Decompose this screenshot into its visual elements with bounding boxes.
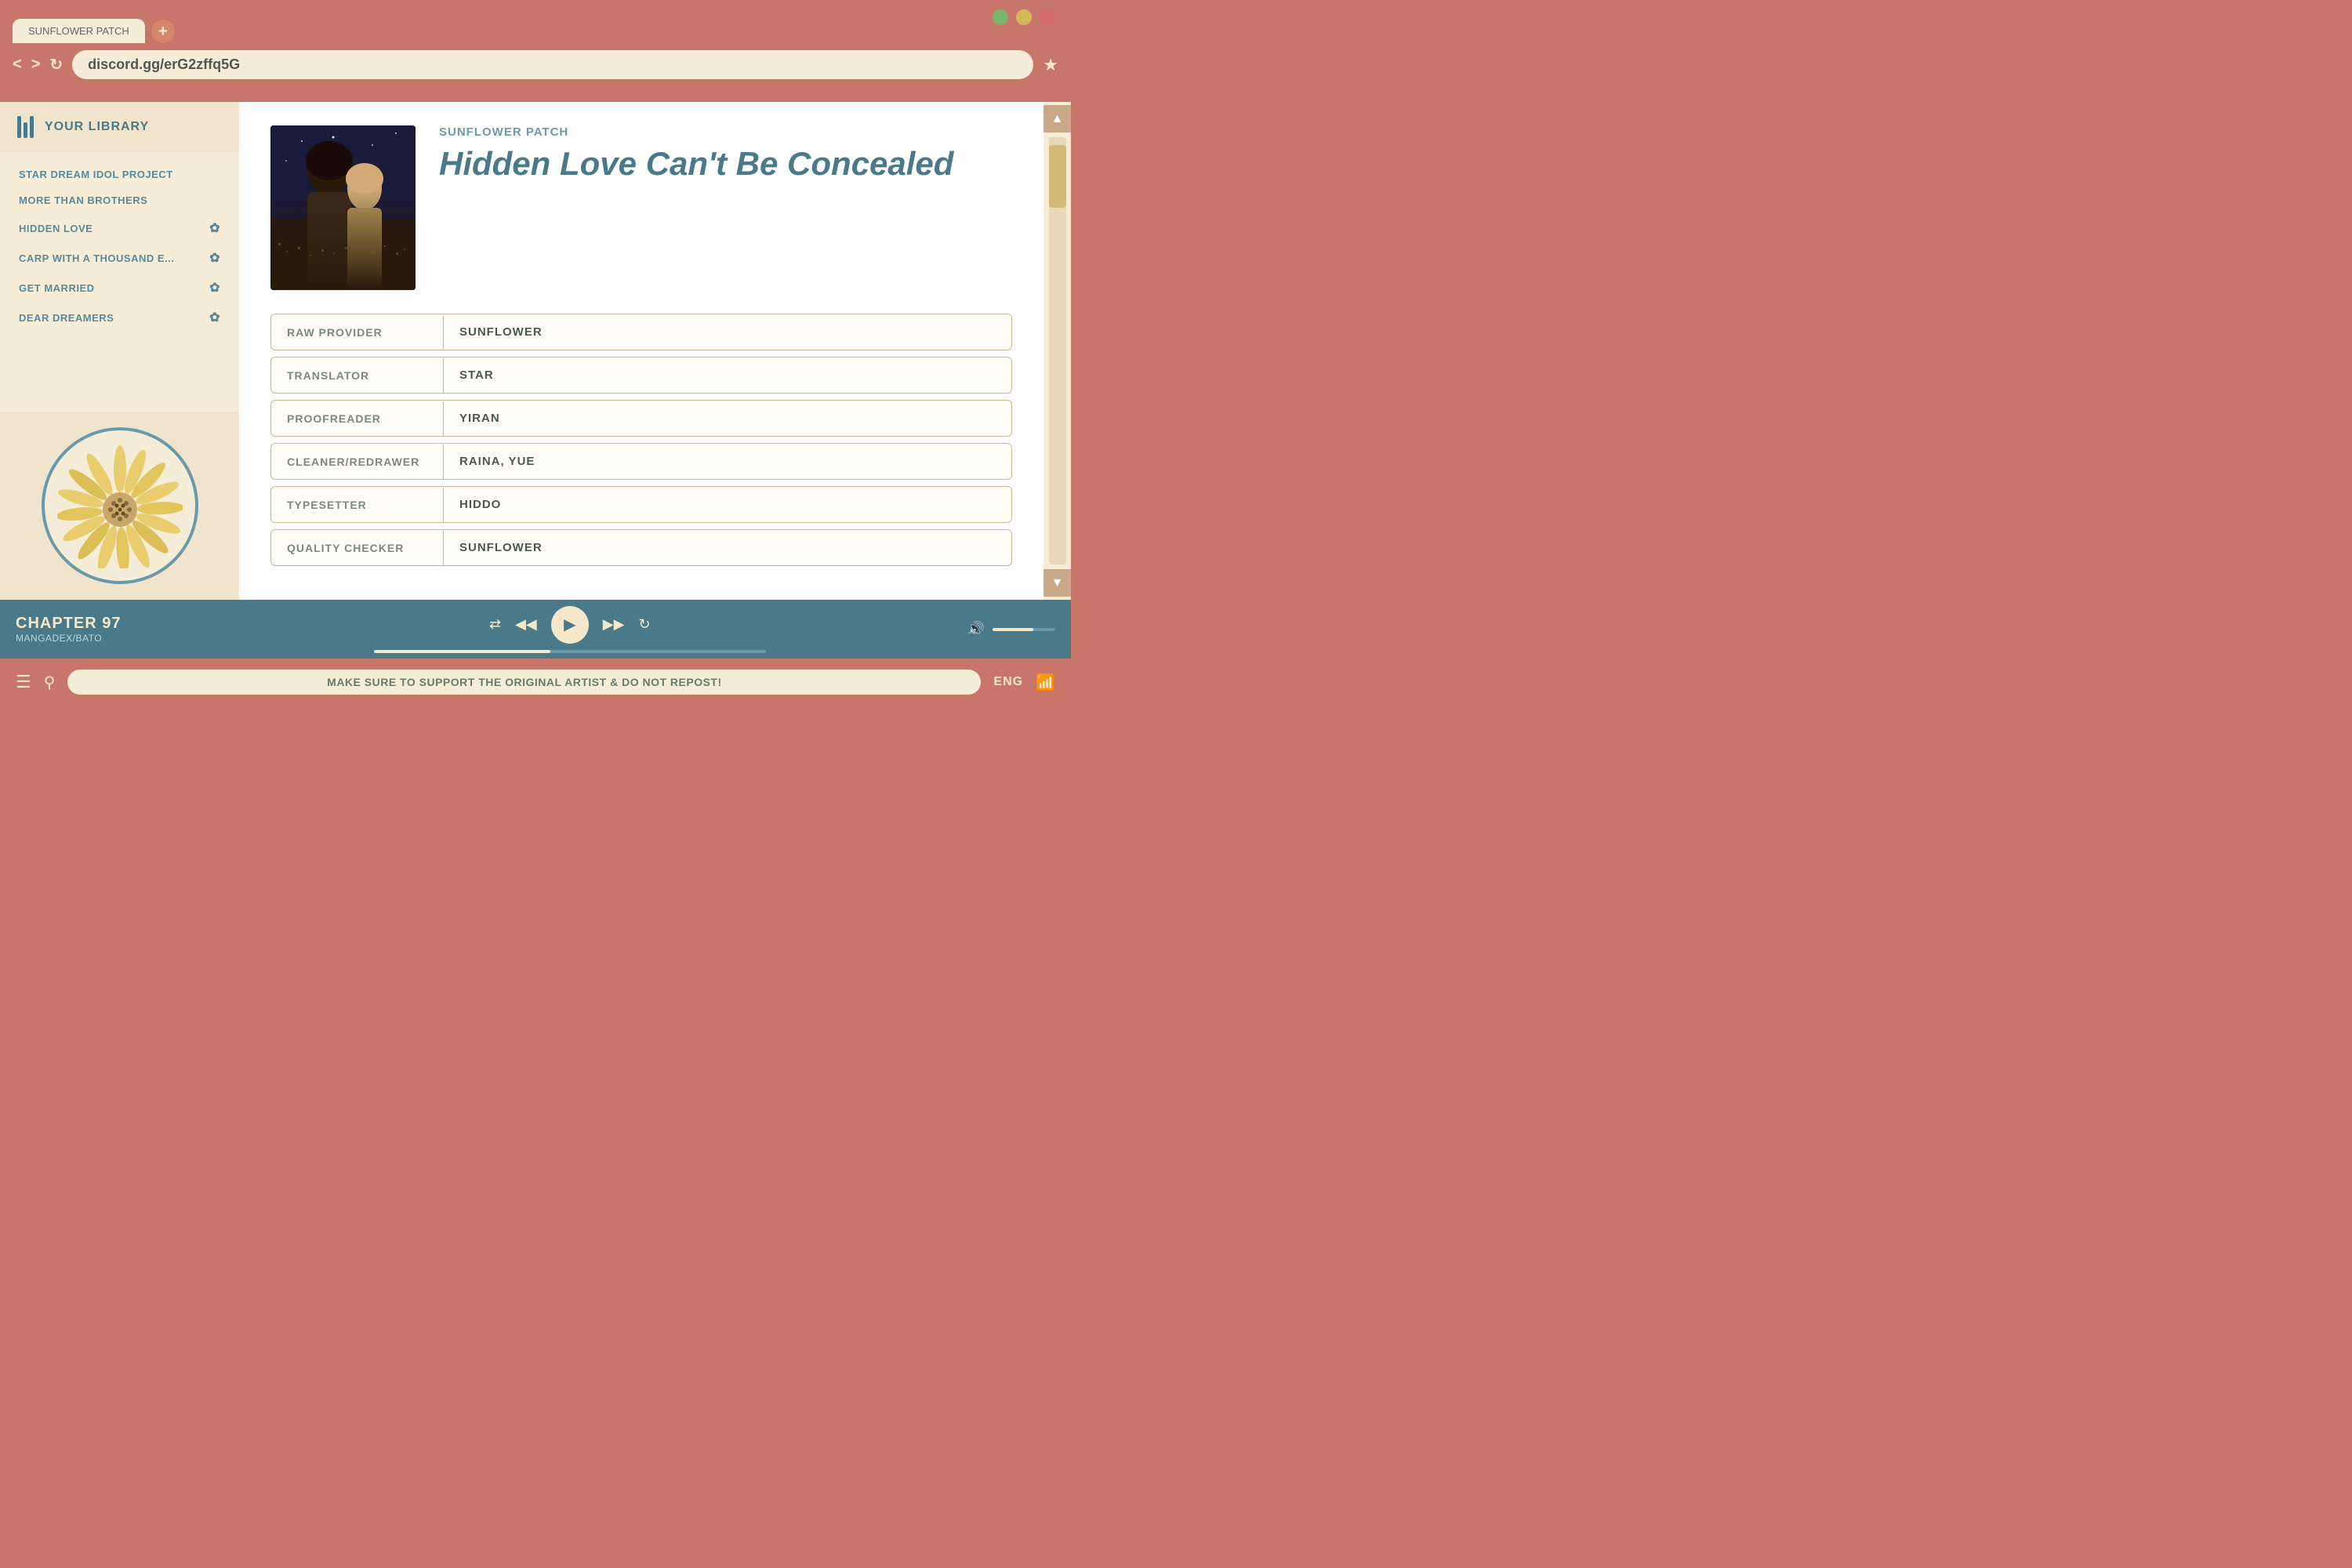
address-bar[interactable]: discord.gg/erG2zffq5G xyxy=(72,50,1033,79)
previous-button[interactable]: ◀◀ xyxy=(515,616,537,633)
sidebar-item-more-than-brothers[interactable]: MORE THAN BROTHERS xyxy=(0,187,239,213)
manga-title: Hidden Love Can't Be Concealed xyxy=(439,145,1012,183)
sidebar-header: YOUR LIBRARY xyxy=(0,102,239,152)
flower-icon: ✿ xyxy=(209,280,220,296)
credit-row-translator: TRANSLATOR STAR xyxy=(270,357,1012,394)
reload-button[interactable]: ↻ xyxy=(49,55,63,74)
volume-bar[interactable] xyxy=(993,628,1055,631)
close-button[interactable] xyxy=(1040,9,1055,25)
flower-icon: ✿ xyxy=(209,310,220,325)
content-panel: SUNFLOWER PATCH Hidden Love Can't Be Con… xyxy=(239,102,1044,600)
credit-label: TYPESETTER xyxy=(271,488,444,522)
player-buttons: ⇄ ◀◀ ▶ ▶▶ ↻ xyxy=(489,606,651,644)
forward-button[interactable]: > xyxy=(31,56,41,74)
manga-header: SUNFLOWER PATCH Hidden Love Can't Be Con… xyxy=(270,125,1012,290)
notice-bar: MAKE SURE TO SUPPORT THE ORIGINAL ARTIST… xyxy=(67,670,981,695)
window-controls xyxy=(993,9,1055,25)
library-icon xyxy=(17,116,34,138)
credit-label: RAW PROVIDER xyxy=(271,315,444,350)
manga-series-label: SUNFLOWER PATCH xyxy=(439,125,1012,139)
scrollbar: ▲ ▼ xyxy=(1044,102,1071,600)
url-text: discord.gg/erG2zffq5G xyxy=(88,56,240,72)
volume-area: 🔊 xyxy=(967,621,1055,637)
tab-bar: SUNFLOWER PATCH + xyxy=(0,0,1071,43)
bookmark-star-icon[interactable]: ★ xyxy=(1043,55,1058,75)
credit-row-typesetter: TYPESETTER HIDDO xyxy=(270,486,1012,523)
manga-title-area: SUNFLOWER PATCH Hidden Love Can't Be Con… xyxy=(439,125,1012,290)
scroll-track[interactable] xyxy=(1049,137,1066,564)
progress-fill xyxy=(374,650,550,653)
play-button[interactable]: ▶ xyxy=(551,606,589,644)
scroll-thumb[interactable] xyxy=(1049,145,1066,208)
credit-row-raw-provider: RAW PROVIDER SUNFLOWER xyxy=(270,314,1012,350)
scroll-down-button[interactable]: ▼ xyxy=(1044,569,1071,597)
hamburger-menu-icon[interactable]: ☰ xyxy=(16,672,31,692)
sidebar-item-label: CARP WITH A THOUSAND E... xyxy=(19,252,174,264)
sidebar-item-star-dream[interactable]: STAR DREAM IDOL PROJECT xyxy=(0,162,239,187)
search-icon[interactable]: ⚲ xyxy=(44,673,56,692)
main-area: YOUR LIBRARY STAR DREAM IDOL PROJECT MOR… xyxy=(0,102,1071,600)
flower-icon: ✿ xyxy=(209,250,220,266)
credit-value: HIDDO xyxy=(444,487,517,522)
maximize-button[interactable] xyxy=(1016,9,1032,25)
manga-cover-art xyxy=(270,125,416,290)
credit-label: TRANSLATOR xyxy=(271,358,444,393)
sidebar-item-label: STAR DREAM IDOL PROJECT xyxy=(19,169,173,180)
manga-cover xyxy=(270,125,416,290)
credit-row-proofreader: PROOFREADER YIRAN xyxy=(270,400,1012,437)
player-source: MANGADEX/BATO xyxy=(16,633,172,644)
sidebar-item-hidden-love[interactable]: HIDDEN LOVE ✿ xyxy=(0,213,239,243)
minimize-button[interactable] xyxy=(993,9,1008,25)
wifi-icon: 📶 xyxy=(1036,673,1055,692)
sidebar-logo xyxy=(0,412,239,600)
credit-value: RAINA, YUE xyxy=(444,444,550,479)
sidebar-item-label: GET MARRIED xyxy=(19,282,95,294)
credit-row-cleaner: CLEANER/REDRAWER RAINA, YUE xyxy=(270,443,1012,480)
credit-value: SUNFLOWER xyxy=(444,314,558,350)
cover-art-svg xyxy=(270,125,416,290)
sidebar-item-label: HIDDEN LOVE xyxy=(19,223,93,234)
credit-row-quality-checker: QUALITY CHECKER SUNFLOWER xyxy=(270,529,1012,566)
sidebar-items-list: STAR DREAM IDOL PROJECT MORE THAN BROTHE… xyxy=(0,152,239,412)
bottom-bar: ☰ ⚲ MAKE SURE TO SUPPORT THE ORIGINAL AR… xyxy=(0,659,1071,706)
credit-label: PROOFREADER xyxy=(271,401,444,436)
player-controls: ⇄ ◀◀ ▶ ▶▶ ↻ xyxy=(185,606,955,653)
sidebar-item-dear-dreamers[interactable]: DEAR DREAMERS ✿ xyxy=(0,303,239,332)
progress-bar[interactable] xyxy=(374,650,766,653)
sunflower-icon xyxy=(57,443,183,568)
credit-value: SUNFLOWER xyxy=(444,530,558,565)
sidebar-item-label: DEAR DREAMERS xyxy=(19,312,114,324)
language-label[interactable]: ENG xyxy=(993,675,1023,689)
sidebar-title: YOUR LIBRARY xyxy=(45,120,149,134)
volume-icon[interactable]: 🔊 xyxy=(967,621,985,637)
active-tab[interactable]: SUNFLOWER PATCH xyxy=(13,19,145,43)
credit-label: QUALITY CHECKER xyxy=(271,531,444,565)
repeat-button[interactable]: ↻ xyxy=(638,616,650,633)
nav-bar: < > ↻ discord.gg/erG2zffq5G ★ xyxy=(0,43,1071,86)
tab-label: SUNFLOWER PATCH xyxy=(28,25,129,37)
player-bar: CHAPTER 97 MANGADEX/BATO ⇄ ◀◀ ▶ ▶▶ ↻ 🔊 xyxy=(0,600,1071,659)
scroll-up-button[interactable]: ▲ xyxy=(1044,105,1071,132)
back-button[interactable]: < xyxy=(13,56,22,74)
sidebar-item-label: MORE THAN BROTHERS xyxy=(19,194,147,206)
credit-label: CLEANER/REDRAWER xyxy=(271,445,444,479)
player-chapter: CHAPTER 97 xyxy=(16,615,172,633)
shuffle-button[interactable]: ⇄ xyxy=(489,616,501,633)
next-button[interactable]: ▶▶ xyxy=(603,616,625,633)
sidebar: YOUR LIBRARY STAR DREAM IDOL PROJECT MOR… xyxy=(0,102,239,600)
sidebar-item-get-married[interactable]: GET MARRIED ✿ xyxy=(0,273,239,303)
sunflower-circle xyxy=(42,427,198,584)
notice-text: MAKE SURE TO SUPPORT THE ORIGINAL ARTIST… xyxy=(327,676,722,688)
credit-value: YIRAN xyxy=(444,401,516,436)
volume-fill xyxy=(993,628,1033,631)
credits-table: RAW PROVIDER SUNFLOWER TRANSLATOR STAR P… xyxy=(270,314,1012,566)
sidebar-item-carp[interactable]: CARP WITH A THOUSAND E... ✿ xyxy=(0,243,239,273)
player-info: CHAPTER 97 MANGADEX/BATO xyxy=(16,615,172,644)
flower-icon: ✿ xyxy=(209,220,220,236)
new-tab-button[interactable]: + xyxy=(151,20,175,43)
browser-chrome: SUNFLOWER PATCH + < > ↻ discord.gg/erG2z… xyxy=(0,0,1071,102)
credit-value: STAR xyxy=(444,358,510,393)
